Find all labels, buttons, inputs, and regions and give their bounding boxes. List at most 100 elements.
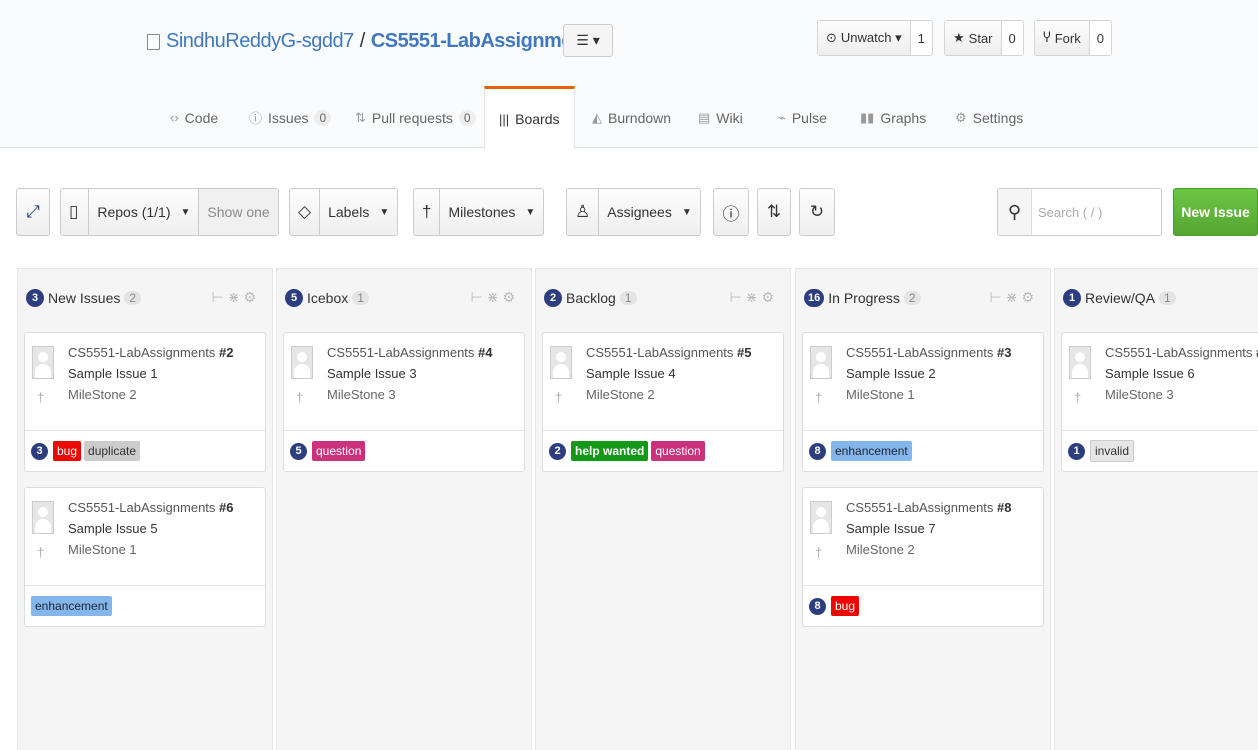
column-header: 1 Review/QA 1: [1055, 269, 1258, 327]
label-tag[interactable]: duplicate: [84, 441, 141, 461]
issue-badge: 5: [290, 442, 307, 460]
boards-icon: |||: [499, 111, 510, 127]
issue-card[interactable]: CS5551-LabAssignments # Sample Issue 6 †…: [1061, 332, 1258, 472]
filter-pull-requests-button[interactable]: ⇅: [757, 188, 791, 236]
tab-pull-requests[interactable]: ⇅ Pull requests 0: [355, 87, 476, 148]
column-count: 1: [1159, 291, 1176, 305]
watch-label: Unwatch ▾: [840, 30, 902, 45]
tab-code[interactable]: ‹› Code: [170, 87, 218, 148]
tab-burndown-label: Burndown: [608, 109, 672, 126]
search-input[interactable]: [1032, 204, 1152, 220]
tab-boards[interactable]: ||| Boards: [484, 86, 575, 149]
wiki-icon: ▤: [698, 109, 711, 125]
issue-badge: 3: [31, 442, 48, 460]
column-badge: 3: [26, 289, 44, 307]
tab-graphs[interactable]: ▮▮ Graphs: [860, 87, 926, 148]
issue-title[interactable]: Sample Issue 1: [68, 366, 158, 381]
issue-card[interactable]: CS5551-LabAssignments #2 Sample Issue 1 …: [24, 332, 266, 472]
issue-ref[interactable]: CS5551-LabAssignments #: [1105, 345, 1258, 360]
column-tools-icon[interactable]: ⊢⋇⚙: [730, 289, 778, 306]
labels-dropdown[interactable]: ◇ Labels ▼: [289, 188, 399, 236]
label-tag[interactable]: question: [651, 441, 705, 461]
star-count[interactable]: 0: [1002, 31, 1023, 46]
expand-icon: ⤢: [26, 202, 40, 221]
issue-badge: 1: [1068, 442, 1085, 460]
issue-title[interactable]: Sample Issue 5: [68, 521, 158, 536]
issue-ref[interactable]: CS5551-LabAssignments #5: [586, 345, 752, 360]
tab-pulse-label: Pulse: [791, 109, 827, 126]
repo-header: SindhuReddyG-sgdd7 / CS5551-LabAssignmen…: [0, 0, 1258, 149]
column-badge: 2: [544, 289, 562, 307]
tab-wiki[interactable]: ▤ Wiki: [698, 87, 743, 148]
label-tag[interactable]: invalid: [1090, 440, 1135, 462]
person-icon: ♙: [575, 202, 591, 221]
milestone-icon: †: [815, 390, 823, 405]
watch-button[interactable]: ⊙ Unwatch ▾ 1: [817, 20, 933, 56]
fork-button[interactable]: Ⴤ Fork 0: [1034, 20, 1112, 56]
issue-card[interactable]: CS5551-LabAssignments #4 Sample Issue 3 …: [283, 332, 525, 472]
column-review-qa: 1 Review/QA 1 CS5551-LabAssignments # Sa…: [1054, 268, 1258, 750]
graph-icon: ▮▮: [860, 109, 875, 125]
burndown-icon: ◭: [592, 109, 602, 125]
assignees-dropdown[interactable]: ♙ Assignees ▼: [566, 188, 701, 236]
show-one-button[interactable]: Show one: [198, 189, 278, 235]
label-tag[interactable]: enhancement: [831, 441, 912, 461]
issue-badge: 8: [809, 597, 826, 615]
tab-pull-requests-label: Pull requests: [371, 109, 453, 126]
issue-card[interactable]: CS5551-LabAssignments #5 Sample Issue 4 …: [542, 332, 784, 472]
column-tools-icon[interactable]: ⊢⋇⚙: [471, 289, 519, 306]
tab-code-label: Code: [184, 109, 219, 126]
issue-title[interactable]: Sample Issue 4: [586, 366, 676, 381]
new-issue-button[interactable]: New Issue: [1173, 188, 1258, 236]
sync-icon: ↻: [809, 202, 825, 221]
issue-card[interactable]: CS5551-LabAssignments #8 Sample Issue 7 …: [802, 487, 1044, 627]
label-tag[interactable]: question: [312, 441, 366, 461]
watch-count[interactable]: 1: [911, 31, 932, 46]
star-button[interactable]: ★ Star 0: [944, 20, 1024, 56]
milestone-icon: †: [37, 545, 45, 560]
tab-pulse[interactable]: ⌁ Pulse: [778, 87, 827, 148]
tab-burndown[interactable]: ◭ Burndown: [592, 87, 671, 148]
issue-milestone: MileStone 3: [327, 387, 396, 402]
issue-title[interactable]: Sample Issue 2: [846, 366, 936, 381]
avatar: [291, 346, 313, 379]
repo-menu-button[interactable]: ☰ ▾: [563, 24, 613, 57]
column-in-progress: 16 In Progress 2 ⊢⋇⚙ CS5551-LabAssignmen…: [795, 268, 1051, 750]
repos-dropdown[interactable]: ▯ Repos (1/1) ▼ Show one: [60, 188, 279, 236]
milestone-icon: †: [555, 390, 563, 405]
issue-card[interactable]: CS5551-LabAssignments #3 Sample Issue 2 …: [802, 332, 1044, 472]
issue-title[interactable]: Sample Issue 3: [327, 366, 417, 381]
label-tag[interactable]: bug: [831, 596, 860, 616]
issue-ref[interactable]: CS5551-LabAssignments #6: [68, 500, 234, 515]
label-tag[interactable]: bug: [53, 441, 82, 461]
issue-title[interactable]: Sample Issue 6: [1105, 366, 1195, 381]
issue-card[interactable]: CS5551-LabAssignments #6 Sample Issue 5 …: [24, 487, 266, 627]
issue-ref[interactable]: CS5551-LabAssignments #8: [846, 500, 1012, 515]
fullscreen-button[interactable]: ⤢: [16, 188, 50, 236]
issue-ref[interactable]: CS5551-LabAssignments #3: [846, 345, 1012, 360]
column-new-issues: 3 New Issues 2 ⊢⋇⚙ CS5551-LabAssignments…: [17, 268, 273, 750]
filter-issues-button[interactable]: ⓘ: [713, 188, 749, 236]
column-tools-icon[interactable]: ⊢⋇⚙: [990, 289, 1038, 306]
column-tools-icon[interactable]: ⊢⋇⚙: [212, 289, 260, 306]
label-tag[interactable]: help wanted: [571, 441, 649, 461]
repo-owner-link[interactable]: SindhuReddyG-sgdd7: [166, 30, 354, 53]
star-icon: ★: [953, 30, 965, 45]
milestones-dropdown[interactable]: † Milestones ▼: [413, 188, 545, 236]
label-tag[interactable]: enhancement: [31, 596, 112, 616]
column-header: 16 In Progress 2 ⊢⋇⚙: [796, 269, 1050, 327]
issue-ref[interactable]: CS5551-LabAssignments #2: [68, 345, 234, 360]
fork-count[interactable]: 0: [1090, 31, 1111, 46]
column-title: Review/QA: [1085, 290, 1156, 306]
filter-closed-button[interactable]: ↻: [799, 188, 835, 236]
column-backlog: 2 Backlog 1 ⊢⋇⚙ CS5551-LabAssignments #5…: [535, 268, 791, 750]
tab-boards-label: Boards: [515, 111, 560, 127]
milestone-icon: †: [422, 202, 432, 221]
issue-title[interactable]: Sample Issue 7: [846, 521, 936, 536]
column-title: Backlog: [566, 290, 616, 306]
tab-settings[interactable]: ⚙ Settings: [955, 87, 1023, 148]
issue-ref[interactable]: CS5551-LabAssignments #4: [327, 345, 493, 360]
column-count: 1: [352, 291, 369, 305]
tab-issues[interactable]: ⓘ Issues 0: [249, 87, 332, 148]
column-header: 5 Icebox 1 ⊢⋇⚙: [277, 269, 531, 327]
